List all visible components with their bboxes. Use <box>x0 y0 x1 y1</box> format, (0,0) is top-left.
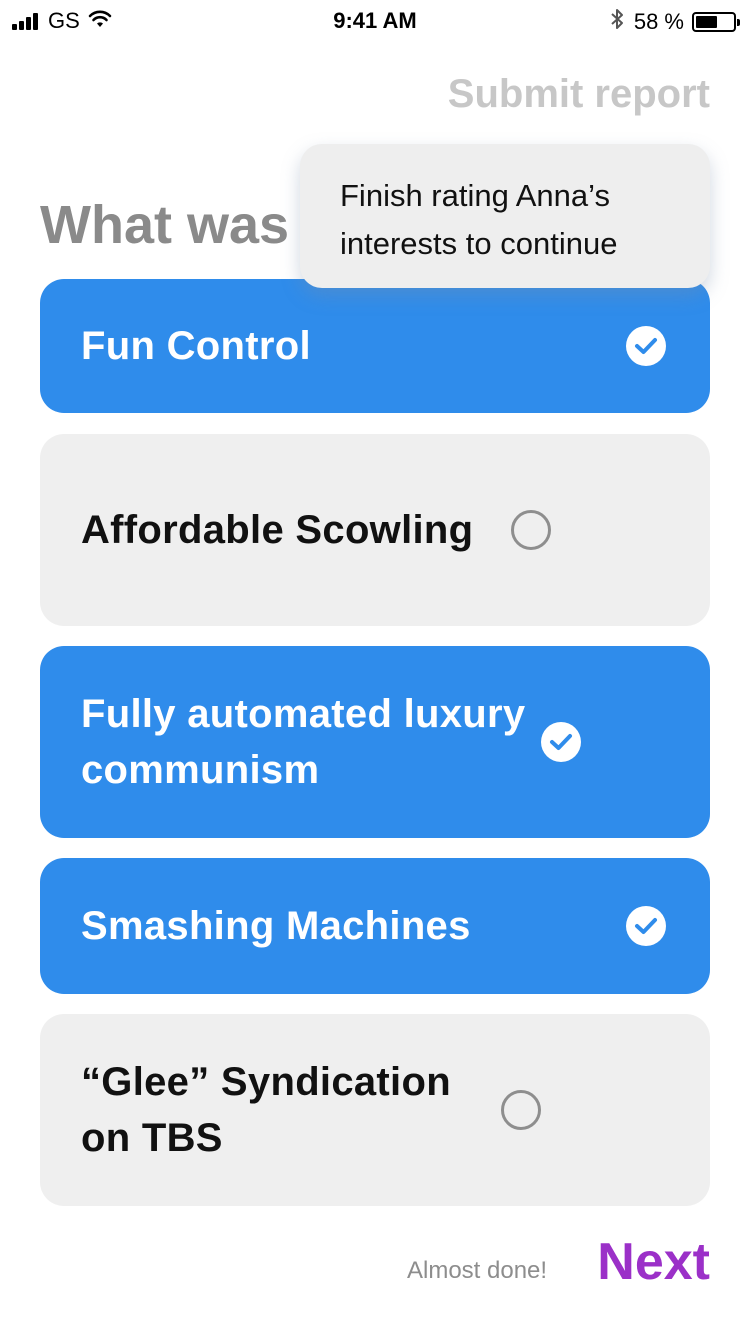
submit-report-button[interactable]: Submit report <box>448 72 710 117</box>
option-fully-automated-luxury-communism[interactable]: Fully automated luxury communism <box>40 646 710 838</box>
progress-text: Almost done! <box>407 1257 548 1284</box>
option-label: Fully automated luxury communism <box>81 692 526 792</box>
option-label: Fun Control <box>81 324 311 368</box>
checkmark-icon <box>626 906 666 946</box>
option-label: Affordable Scowling <box>81 508 474 552</box>
option-label: Smashing Machines <box>81 904 471 948</box>
checkmark-icon <box>541 722 581 762</box>
checkmark-icon <box>626 326 666 366</box>
radio-empty-icon <box>501 1090 541 1130</box>
option-affordable-scowling[interactable]: Affordable Scowling <box>40 434 710 626</box>
rating-screen: GS 9:41 AM 58 % Submit report What was F… <box>0 0 750 1334</box>
bluetooth-icon <box>610 8 624 36</box>
battery-icon <box>692 12 740 32</box>
status-right: 58 % <box>610 8 740 36</box>
next-button[interactable]: Next <box>597 1232 710 1292</box>
option-label: “Glee” Syndication on TBS <box>81 1060 451 1160</box>
option-smashing-machines[interactable]: Smashing Machines <box>40 858 710 994</box>
tooltip: Finish rating Anna’s interests to contin… <box>300 144 710 288</box>
status-bar: GS 9:41 AM 58 % <box>0 0 750 40</box>
radio-empty-icon <box>511 510 551 550</box>
page-title: What was <box>40 195 290 255</box>
battery-percent: 58 % <box>633 9 684 34</box>
option-glee-syndication[interactable]: “Glee” Syndication on TBS <box>40 1014 710 1206</box>
battery-fill <box>696 16 717 28</box>
option-fun-control[interactable]: Fun Control <box>40 279 710 413</box>
battery-tip <box>737 19 740 26</box>
